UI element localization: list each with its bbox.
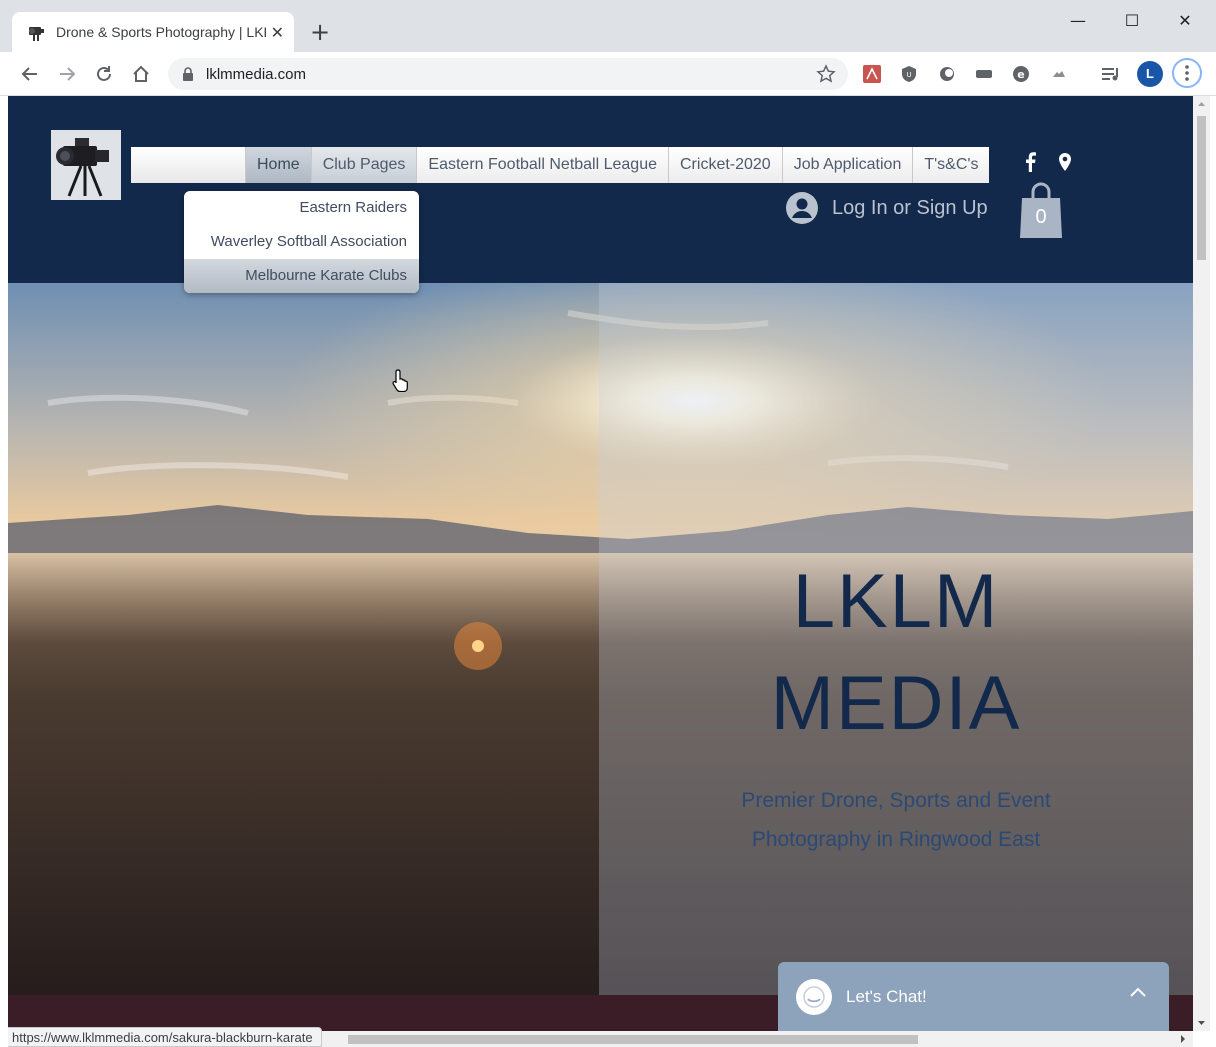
star-icon[interactable] bbox=[816, 64, 836, 84]
media-controls-icon[interactable] bbox=[1101, 64, 1121, 84]
browser-menu-icon[interactable] bbox=[1172, 58, 1202, 88]
minimize-icon[interactable]: — bbox=[1058, 8, 1098, 34]
home-icon[interactable] bbox=[127, 60, 155, 88]
nav-item-job-application[interactable]: Job Application bbox=[781, 147, 913, 183]
hand-cursor-icon bbox=[392, 369, 408, 392]
cart-count: 0 bbox=[1035, 206, 1047, 228]
login-label: Log In or Sign Up bbox=[832, 196, 988, 219]
scroll-up-icon[interactable] bbox=[1193, 98, 1210, 110]
facebook-icon[interactable] bbox=[1018, 150, 1042, 174]
hero-title-line-1: LKLM bbox=[792, 559, 1000, 644]
reload-icon[interactable] bbox=[90, 60, 118, 88]
smiley-icon bbox=[796, 978, 832, 1015]
nav-item-home[interactable]: Home bbox=[245, 147, 311, 183]
status-bar-url: https://www.lklmmedia.com/sakura-blackbu… bbox=[8, 1027, 322, 1047]
svg-text:e: e bbox=[1017, 68, 1024, 81]
chevron-up-icon[interactable] bbox=[1129, 986, 1147, 998]
nav-item-club-pages[interactable]: Club Pages bbox=[310, 147, 417, 183]
vertical-scrollbar[interactable] bbox=[1193, 96, 1210, 1031]
back-icon[interactable] bbox=[16, 60, 44, 88]
site-header: Home Club Pages Eastern Football Netball… bbox=[8, 96, 1193, 293]
vertical-scroll-thumb[interactable] bbox=[1197, 116, 1206, 260]
circle-extension-icon[interactable] bbox=[937, 64, 957, 84]
scroll-down-icon[interactable] bbox=[1193, 1017, 1210, 1029]
tab-title: Drone & Sports Photography | LKLM Media bbox=[56, 24, 266, 40]
window-close-icon[interactable]: ✕ bbox=[1165, 8, 1205, 34]
hero-title-line-2: MEDIA bbox=[770, 661, 1022, 746]
hero-section: LKLM MEDIA Premier Drone, Sports and Eve… bbox=[8, 283, 1193, 1031]
forward-icon[interactable] bbox=[53, 60, 81, 88]
svg-text:U: U bbox=[906, 71, 911, 79]
site-logo[interactable] bbox=[51, 130, 121, 200]
scroll-right-icon[interactable] bbox=[1177, 1031, 1189, 1047]
new-tab-icon[interactable]: + bbox=[306, 18, 334, 46]
site-favicon-icon bbox=[29, 27, 44, 41]
browser-tab[interactable]: Drone & Sports Photography | LKLM Media … bbox=[12, 12, 294, 52]
chat-widget[interactable]: Let's Chat! bbox=[778, 962, 1169, 1031]
hero-title: LKLM MEDIA bbox=[599, 551, 1193, 755]
page-viewport: Home Club Pages Eastern Football Netball… bbox=[8, 96, 1193, 1031]
maximize-icon[interactable]: ☐ bbox=[1112, 8, 1152, 34]
nav-item-terms[interactable]: T's&C's bbox=[912, 147, 990, 183]
dropdown-item-melbourne-karate[interactable]: Melbourne Karate Clubs bbox=[184, 259, 419, 293]
hero-subtitle: Premier Drone, Sports and Event Photogra… bbox=[599, 781, 1193, 859]
tab-close-icon[interactable]: ✕ bbox=[271, 23, 284, 42]
horizontal-scroll-thumb[interactable] bbox=[348, 1035, 918, 1044]
hero-subtitle-line-1: Premier Drone, Sports and Event bbox=[741, 789, 1051, 812]
login-link[interactable]: Log In or Sign Up bbox=[786, 192, 988, 224]
hero-subtitle-line-2: Photography in Ringwood East bbox=[751, 828, 1041, 851]
location-pin-icon[interactable] bbox=[1053, 150, 1077, 174]
profile-avatar[interactable]: L bbox=[1137, 61, 1163, 87]
club-pages-dropdown: Eastern Raiders Waverley Softball Associ… bbox=[184, 191, 419, 293]
dropdown-item-waverley-softball[interactable]: Waverley Softball Association bbox=[184, 225, 419, 259]
pdf-extension-icon[interactable] bbox=[862, 64, 882, 84]
sale-extension-icon[interactable] bbox=[974, 64, 994, 84]
ublock-extension-icon[interactable]: U bbox=[899, 64, 919, 84]
chat-label: Let's Chat! bbox=[846, 986, 927, 1006]
lock-icon bbox=[183, 67, 193, 81]
main-nav: Home Club Pages Eastern Football Netball… bbox=[245, 147, 990, 183]
browser-toolbar: lklmmedia.com U e L bbox=[0, 52, 1216, 96]
nav-item-eastern-football-netball-league[interactable]: Eastern Football Netball League bbox=[416, 147, 668, 183]
nav-item-cricket-2020[interactable]: Cricket-2020 bbox=[668, 147, 782, 183]
address-bar[interactable]: lklmmedia.com bbox=[168, 58, 848, 90]
tab-strip: Drone & Sports Photography | LKLM Media … bbox=[0, 0, 1216, 52]
camera-logo-icon bbox=[51, 130, 121, 200]
cloud-extension-icon[interactable] bbox=[1049, 64, 1069, 84]
nav-spacer bbox=[131, 147, 245, 183]
e-extension-icon[interactable]: e bbox=[1011, 64, 1031, 84]
user-icon bbox=[786, 192, 818, 224]
cart-button[interactable]: 0 bbox=[1018, 182, 1064, 240]
dropdown-item-eastern-raiders[interactable]: Eastern Raiders bbox=[184, 191, 419, 225]
url-text: lklmmedia.com bbox=[206, 65, 307, 83]
